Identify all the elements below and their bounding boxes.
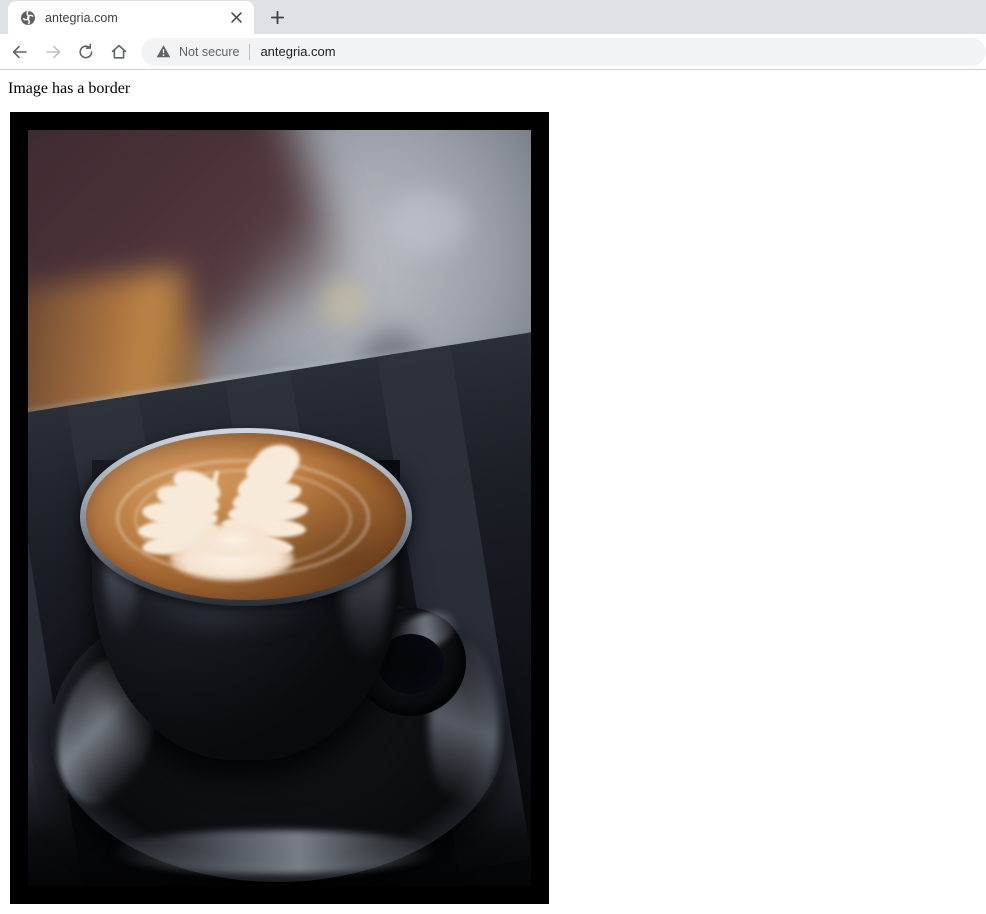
home-button[interactable] [105,38,133,66]
saucer-highlight-bottom [108,830,438,874]
image-border-frame [10,112,549,904]
bokeh-light-1 [320,280,366,326]
close-icon[interactable] [226,8,246,28]
arrow-left-icon [11,43,29,61]
forward-button[interactable] [39,38,67,66]
arrow-right-icon [44,43,62,61]
security-status-text: Not secure [179,45,239,59]
reload-icon [77,43,95,61]
page-heading: Image has a border [0,70,986,98]
new-tab-button[interactable] [263,3,291,31]
tab-antegria[interactable]: antegria.com [8,1,254,34]
browser-toolbar: Not secure antegria.com [0,34,986,70]
page-content: Image has a border [0,70,986,913]
bokeh-light-3 [388,190,468,254]
home-icon [110,43,128,61]
address-bar[interactable]: Not secure antegria.com [141,38,986,66]
warning-triangle-icon [155,44,171,60]
coffee-photo [28,130,531,886]
plus-icon [271,11,284,24]
omnibox-divider [249,44,250,60]
latte-art-rosetta [86,433,406,600]
browser-window: antegria.com [0,0,986,914]
coffee-crema [86,433,406,600]
reload-button[interactable] [72,38,100,66]
tab-strip: antegria.com [0,0,986,34]
url-text: antegria.com [260,44,335,59]
globe-icon [20,10,36,26]
latte-art-base-pool [198,523,268,557]
back-button[interactable] [6,38,34,66]
tab-title: antegria.com [45,11,222,25]
